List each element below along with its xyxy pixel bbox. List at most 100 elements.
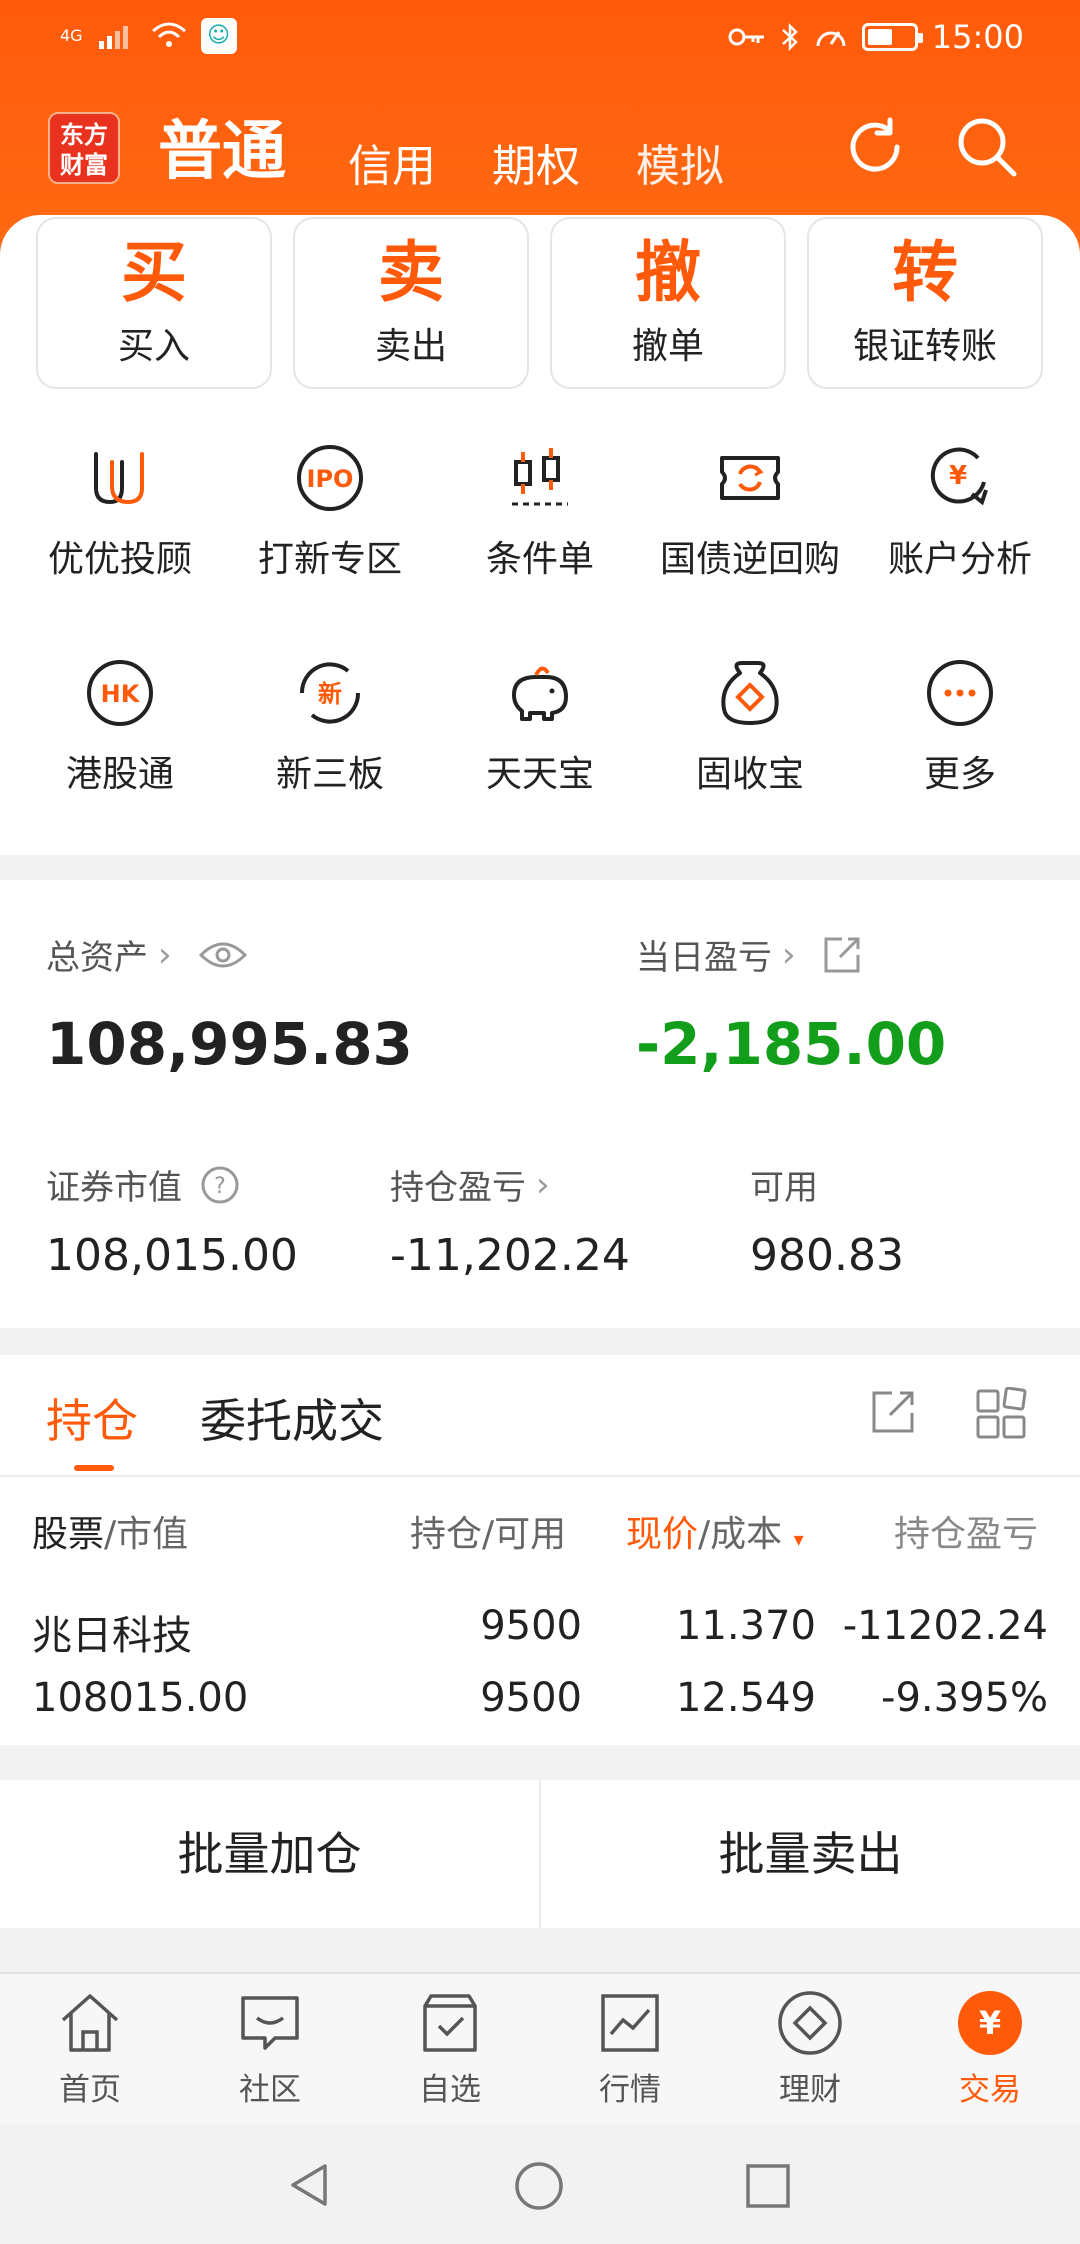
repo-icon <box>720 456 780 500</box>
status-time: 15:00 <box>931 18 1024 56</box>
status-bar: 4G ☺ 15:00 <box>0 0 1080 80</box>
help-icon[interactable]: ? <box>200 1165 240 1205</box>
external-link-icon[interactable] <box>822 935 862 975</box>
market-value-label: 证券市值 <box>46 1168 182 1208</box>
feature-neeq[interactable]: 新 新三板 <box>225 655 435 797</box>
app-notification-icon: ☺ <box>200 18 237 54</box>
signal-icon <box>98 26 128 49</box>
svg-text:IPO: IPO <box>307 465 354 493</box>
available-label: 可用 <box>750 1168 818 1208</box>
more-icon <box>927 660 993 726</box>
market-value-label-group: 证券市值 ? <box>46 1160 240 1209</box>
speed-icon <box>816 31 846 47</box>
trade-icon: ¥ <box>958 1991 1022 2055</box>
feature-fixed-income[interactable]: 固收宝 <box>645 655 855 797</box>
daily-pl-label: 当日盈亏 <box>636 938 772 978</box>
fixed-income-icon <box>721 661 779 725</box>
piggy-bank-icon <box>512 666 568 721</box>
home-circle-icon[interactable] <box>513 2160 565 2212</box>
neeq-icon: 新 <box>299 662 361 724</box>
wifi-icon <box>151 22 186 47</box>
table-row[interactable]: 兆日科技 108015.00 9500 9500 11.370 12.549 -… <box>0 1575 1080 1745</box>
feature-advisor[interactable]: 优优投顾 <box>15 440 225 582</box>
sell-button[interactable]: 卖 卖出 <box>293 217 529 389</box>
recents-icon[interactable] <box>744 2162 792 2210</box>
tab-positions[interactable]: 持仓 <box>46 1385 138 1451</box>
key-icon <box>728 28 764 46</box>
network-indicator: 4G <box>60 26 83 45</box>
feature-repo[interactable]: 国债逆回购 <box>645 440 855 582</box>
grid-view-icon[interactable] <box>974 1387 1028 1441</box>
position-qty: 9500 <box>480 1603 582 1649</box>
feature-condition-order[interactable]: 条件单 <box>435 440 645 582</box>
tab-simulation[interactable]: 模拟 <box>636 130 724 194</box>
available-value: 980.83 <box>750 1230 904 1281</box>
cost-price: 12.549 <box>676 1675 816 1721</box>
share-icon[interactable] <box>868 1387 918 1437</box>
stock-market-value: 108015.00 <box>32 1675 249 1721</box>
condition-order-icon <box>512 448 568 506</box>
nav-trade[interactable]: ¥ 交易 <box>910 1988 1070 2109</box>
home-icon <box>61 1994 119 2052</box>
total-assets-link[interactable]: 总资产 › <box>46 930 248 979</box>
account-type-nav: 东方 财富 普通 信用 期权 模拟 <box>0 100 1080 200</box>
nav-watchlist[interactable]: 自选 <box>370 1988 530 2109</box>
feature-account-analysis[interactable]: ¥ 账户分析 <box>855 440 1065 582</box>
feature-ipo[interactable]: IPO 打新专区 <box>225 440 435 582</box>
holdings-panel: 持仓 委托成交 股票/市值 持仓/可用 现价/成本 ▾ 持仓盈亏 兆日科技 10… <box>0 1355 1080 1745</box>
position-pl-label: 持仓盈亏 <box>390 1168 526 1208</box>
nav-market[interactable]: 行情 <box>550 1988 710 2109</box>
buy-button[interactable]: 买 买入 <box>36 217 272 389</box>
ipo-icon: IPO <box>297 445 363 511</box>
market-icon <box>601 1994 659 2052</box>
tab-credit[interactable]: 信用 <box>348 130 436 194</box>
system-nav-bar <box>0 2124 1080 2244</box>
svg-text:¥: ¥ <box>979 2004 1001 2042</box>
actions-panel: 买 买入 卖 卖出 撤 撤单 转 银证转账 优优投顾 IPO 打新专区 条件单 … <box>0 215 1080 855</box>
tab-orders[interactable]: 委托成交 <box>200 1385 384 1451</box>
svg-text:新: 新 <box>318 680 342 708</box>
position-pl: -11202.24 <box>842 1603 1048 1649</box>
nav-community[interactable]: 社区 <box>190 1988 350 2109</box>
chevron-right-icon: › <box>536 1164 550 1205</box>
cancel-order-button[interactable]: 撤 撤单 <box>550 217 786 389</box>
nav-home[interactable]: 首页 <box>10 1988 170 2109</box>
active-tab-indicator <box>74 1465 114 1471</box>
available-qty: 9500 <box>480 1675 582 1721</box>
trading-screen: 4G ☺ 15:00 东方 财富 普通 信用 期权 模拟 买 买入 卖 卖出 撤… <box>0 0 1080 2244</box>
col-price-sort[interactable]: 现价/成本 ▾ <box>626 1505 804 1557</box>
nav-wealth[interactable]: 理财 <box>730 1988 890 2109</box>
feature-hk-connect[interactable]: HK 港股通 <box>15 655 225 797</box>
bottom-nav: 首页 社区 自选 行情 理财 ¥ 交易 <box>0 1972 1080 2124</box>
market-value: 108,015.00 <box>46 1230 298 1281</box>
chevron-right-icon: › <box>158 934 172 975</box>
total-assets-label: 总资产 <box>46 938 148 978</box>
total-assets-value: 108,995.83 <box>46 1010 413 1078</box>
eye-icon[interactable] <box>198 938 248 972</box>
batch-add-button[interactable]: 批量加仓 <box>0 1780 539 1928</box>
back-icon[interactable] <box>285 2160 333 2210</box>
advisor-icon <box>94 452 144 505</box>
batch-sell-button[interactable]: 批量卖出 <box>541 1780 1080 1928</box>
feature-more[interactable]: 更多 <box>855 655 1065 797</box>
col-qty: 持仓/可用 <box>410 1514 567 1555</box>
svg-text:?: ? <box>214 1174 226 1199</box>
feature-piggy-bank[interactable]: 天天宝 <box>435 655 645 797</box>
current-price: 11.370 <box>676 1603 816 1649</box>
tab-normal[interactable]: 普通 <box>158 100 286 192</box>
account-analysis-icon: ¥ <box>930 447 988 506</box>
tab-options[interactable]: 期权 <box>492 130 580 194</box>
wealth-icon <box>778 1991 842 2055</box>
bank-transfer-button[interactable]: 转 银证转账 <box>807 217 1043 389</box>
holdings-table-header: 股票/市值 持仓/可用 现价/成本 ▾ 持仓盈亏 <box>0 1475 1080 1575</box>
svg-text:HK: HK <box>101 680 141 708</box>
position-pl-link[interactable]: 持仓盈亏 › <box>390 1160 550 1209</box>
battery-icon <box>861 23 923 51</box>
stock-name: 兆日科技 <box>32 1613 192 1659</box>
search-icon[interactable] <box>952 112 1022 182</box>
community-icon <box>241 1996 299 2050</box>
refresh-icon[interactable] <box>840 112 910 182</box>
daily-pl-link[interactable]: 当日盈亏 › <box>636 930 862 979</box>
col-stock: 股票/市值 <box>32 1514 189 1555</box>
chevron-right-icon: › <box>782 934 796 975</box>
